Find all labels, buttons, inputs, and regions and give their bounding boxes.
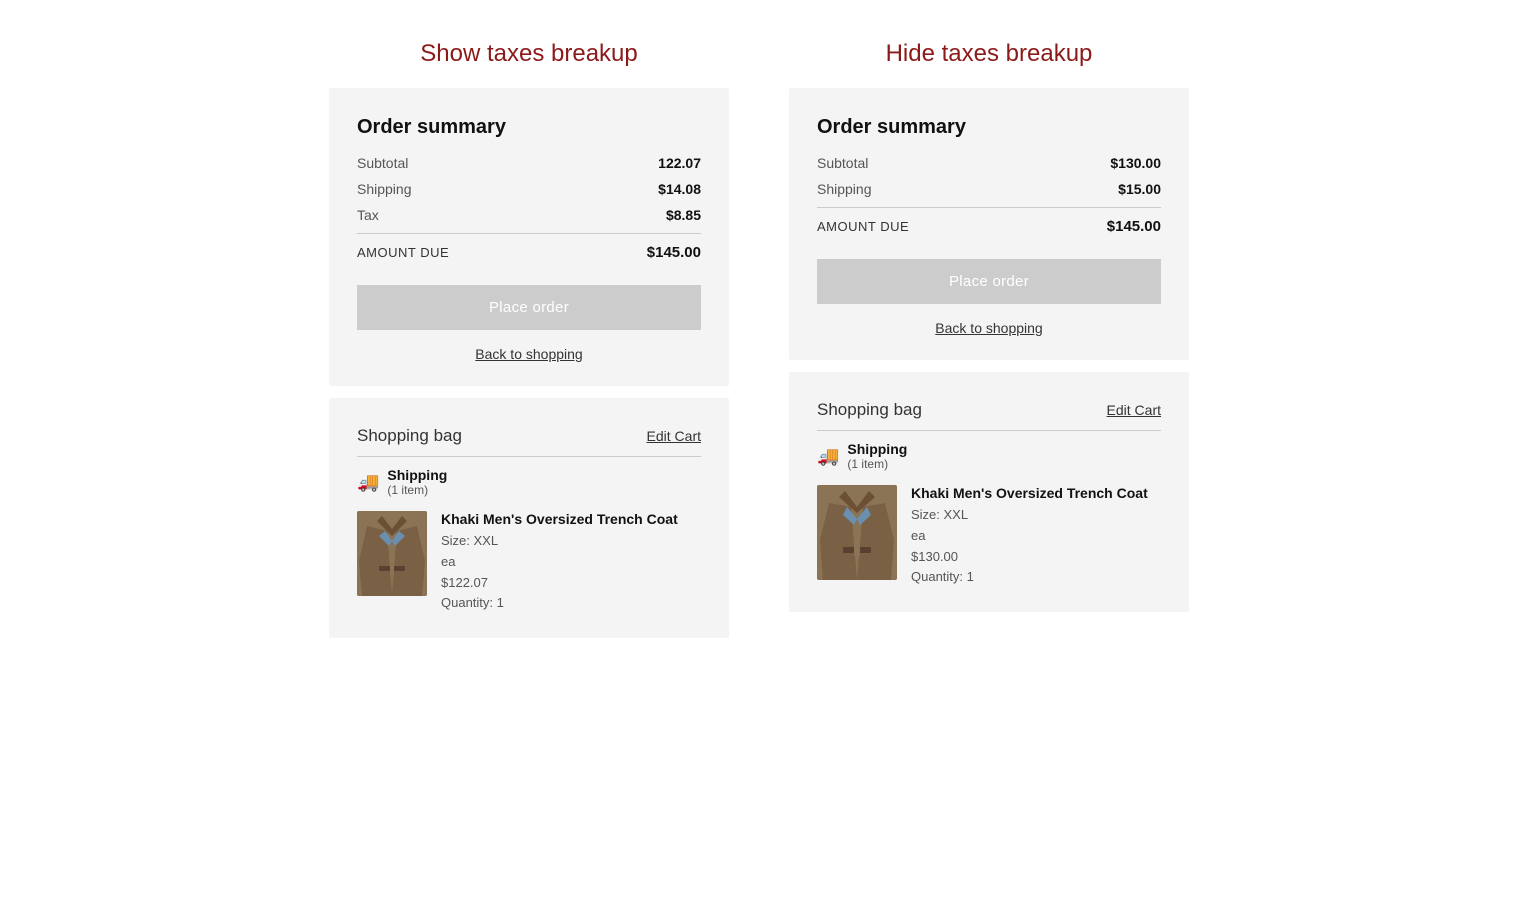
right-shipping-label-bag: Shipping [847, 441, 907, 457]
left-shipping-row: Shipping $14.08 [357, 181, 701, 197]
left-shipping-info: Shipping (1 item) [387, 467, 447, 497]
left-product-name: Khaki Men's Oversized Trench Coat [441, 511, 678, 527]
right-truck-icon: 🚚 [817, 446, 839, 467]
left-product-unit: ea [441, 552, 678, 573]
right-item-count: (1 item) [847, 457, 907, 471]
right-product-details: Khaki Men's Oversized Trench Coat Size: … [911, 485, 1148, 588]
left-amount-due-value: $145.00 [647, 244, 701, 261]
right-shipping-label: Shipping [817, 181, 872, 197]
left-product-details: Khaki Men's Oversized Trench Coat Size: … [441, 511, 678, 614]
left-tax-value: $8.85 [666, 207, 701, 223]
right-divider [817, 207, 1161, 208]
left-order-summary-card: Order summary Subtotal 122.07 Shipping $… [329, 88, 729, 386]
right-shipping-value: $15.00 [1118, 181, 1161, 197]
left-shopping-bag-card: Shopping bag Edit Cart 🚚 Shipping (1 ite… [329, 398, 729, 638]
right-subtotal-label: Subtotal [817, 155, 868, 171]
right-amount-due-label: AMOUNT DUE [817, 219, 909, 234]
right-shopping-bag-header: Shopping bag Edit Cart [817, 400, 1161, 420]
right-order-summary-card: Order summary Subtotal $130.00 Shipping … [789, 88, 1189, 360]
left-shipping-label-bag: Shipping [387, 467, 447, 483]
left-amount-due-row: AMOUNT DUE $145.00 [357, 244, 701, 261]
right-back-to-shopping-link[interactable]: Back to shopping [817, 320, 1161, 336]
left-subtotal-row: Subtotal 122.07 [357, 155, 701, 171]
right-place-order-button[interactable]: Place order [817, 259, 1161, 304]
left-divider [357, 233, 701, 234]
left-shopping-bag-header: Shopping bag Edit Cart [357, 426, 701, 446]
left-place-order-button[interactable]: Place order [357, 285, 701, 330]
right-shipping-row: Shipping $15.00 [817, 181, 1161, 197]
right-product-price: $130.00 [911, 547, 1148, 568]
left-shopping-bag-title: Shopping bag [357, 426, 462, 446]
left-tax-label: Tax [357, 207, 379, 223]
right-product-unit: ea [911, 526, 1148, 547]
left-product-quantity: Quantity: 1 [441, 593, 678, 614]
left-back-to-shopping-link[interactable]: Back to shopping [357, 346, 701, 362]
right-shipping-row-bag: 🚚 Shipping (1 item) [817, 441, 1161, 471]
right-subtotal-row: Subtotal $130.00 [817, 155, 1161, 171]
right-bag-divider [817, 430, 1161, 431]
left-truck-icon: 🚚 [357, 472, 379, 493]
left-product-row: Khaki Men's Oversized Trench Coat Size: … [357, 511, 701, 614]
right-product-size: Size: XXL [911, 505, 1148, 526]
right-product-meta: Size: XXL ea $130.00 Quantity: 1 [911, 505, 1148, 588]
right-section-title: Hide taxes breakup [886, 40, 1093, 68]
left-item-count: (1 item) [387, 483, 447, 497]
left-tax-row: Tax $8.85 [357, 207, 701, 223]
right-product-row: Khaki Men's Oversized Trench Coat Size: … [817, 485, 1161, 588]
right-edit-cart-link[interactable]: Edit Cart [1107, 402, 1161, 418]
left-product-image [357, 511, 427, 596]
left-product-meta: Size: XXL ea $122.07 Quantity: 1 [441, 531, 678, 614]
right-amount-due-value: $145.00 [1107, 218, 1161, 235]
left-shipping-label: Shipping [357, 181, 412, 197]
left-edit-cart-link[interactable]: Edit Cart [647, 428, 701, 444]
left-shipping-value: $14.08 [658, 181, 701, 197]
left-section: Show taxes breakup Order summary Subtota… [329, 40, 729, 638]
left-product-size: Size: XXL [441, 531, 678, 552]
right-subtotal-value: $130.00 [1110, 155, 1161, 171]
left-order-summary-title: Order summary [357, 116, 701, 139]
left-subtotal-value: 122.07 [658, 155, 701, 171]
right-shopping-bag-title: Shopping bag [817, 400, 922, 420]
right-product-image [817, 485, 897, 580]
right-shipping-info: Shipping (1 item) [847, 441, 907, 471]
right-order-summary-title: Order summary [817, 116, 1161, 139]
right-amount-due-row: AMOUNT DUE $145.00 [817, 218, 1161, 235]
left-subtotal-label: Subtotal [357, 155, 408, 171]
left-section-title: Show taxes breakup [420, 40, 637, 68]
left-bag-divider [357, 456, 701, 457]
right-product-name: Khaki Men's Oversized Trench Coat [911, 485, 1148, 501]
right-product-quantity: Quantity: 1 [911, 567, 1148, 588]
right-shopping-bag-card: Shopping bag Edit Cart 🚚 Shipping (1 ite… [789, 372, 1189, 612]
left-product-price: $122.07 [441, 573, 678, 594]
left-amount-due-label: AMOUNT DUE [357, 245, 449, 260]
left-shipping-row-bag: 🚚 Shipping (1 item) [357, 467, 701, 497]
right-section: Hide taxes breakup Order summary Subtota… [789, 40, 1189, 612]
